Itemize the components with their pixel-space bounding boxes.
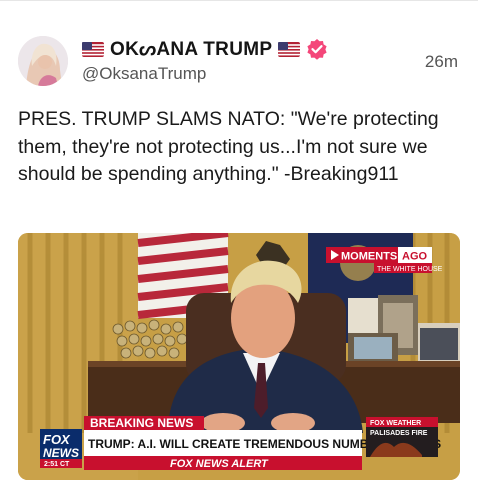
moments-label: MOMENTS [341, 251, 397, 263]
us-flag-icon [278, 41, 301, 57]
author-row: OKᔕANA TRUMP [82, 36, 328, 62]
fox-logo-top: FOX [43, 432, 71, 447]
display-name[interactable]: OKᔕANA TRUMP [110, 38, 272, 61]
fox-logo-bottom: NEWS [43, 446, 79, 460]
post-media-image[interactable]: MOMENTS AGO THE WHITE HOUSE BREAKING NEW… [18, 233, 460, 480]
ticker-text: FOX NEWS ALERT [170, 458, 269, 470]
fox-weather-label: FOX WEATHER [370, 420, 421, 427]
verified-badge-icon [306, 38, 328, 60]
breaking-news-label: BREAKING NEWS [90, 416, 193, 430]
post-card[interactable]: OKᔕANA TRUMP @OksanaTrump 26m PRES. TRUM… [0, 0, 478, 500]
author-handle[interactable]: @OksanaTrump [82, 64, 206, 84]
post-timestamp[interactable]: 26m [425, 52, 458, 72]
post-text: PRES. TRUMP SLAMS NATO: "We're protectin… [18, 108, 439, 185]
avatar[interactable] [18, 36, 68, 86]
moments-ago-label: AGO [402, 251, 428, 263]
fox-logo-time: 2:51 CT [44, 461, 70, 468]
palisades-fire-label: PALISADES FIRE [370, 430, 428, 437]
us-flag-icon [82, 41, 104, 57]
moments-sub-label: THE WHITE HOUSE [377, 266, 443, 273]
